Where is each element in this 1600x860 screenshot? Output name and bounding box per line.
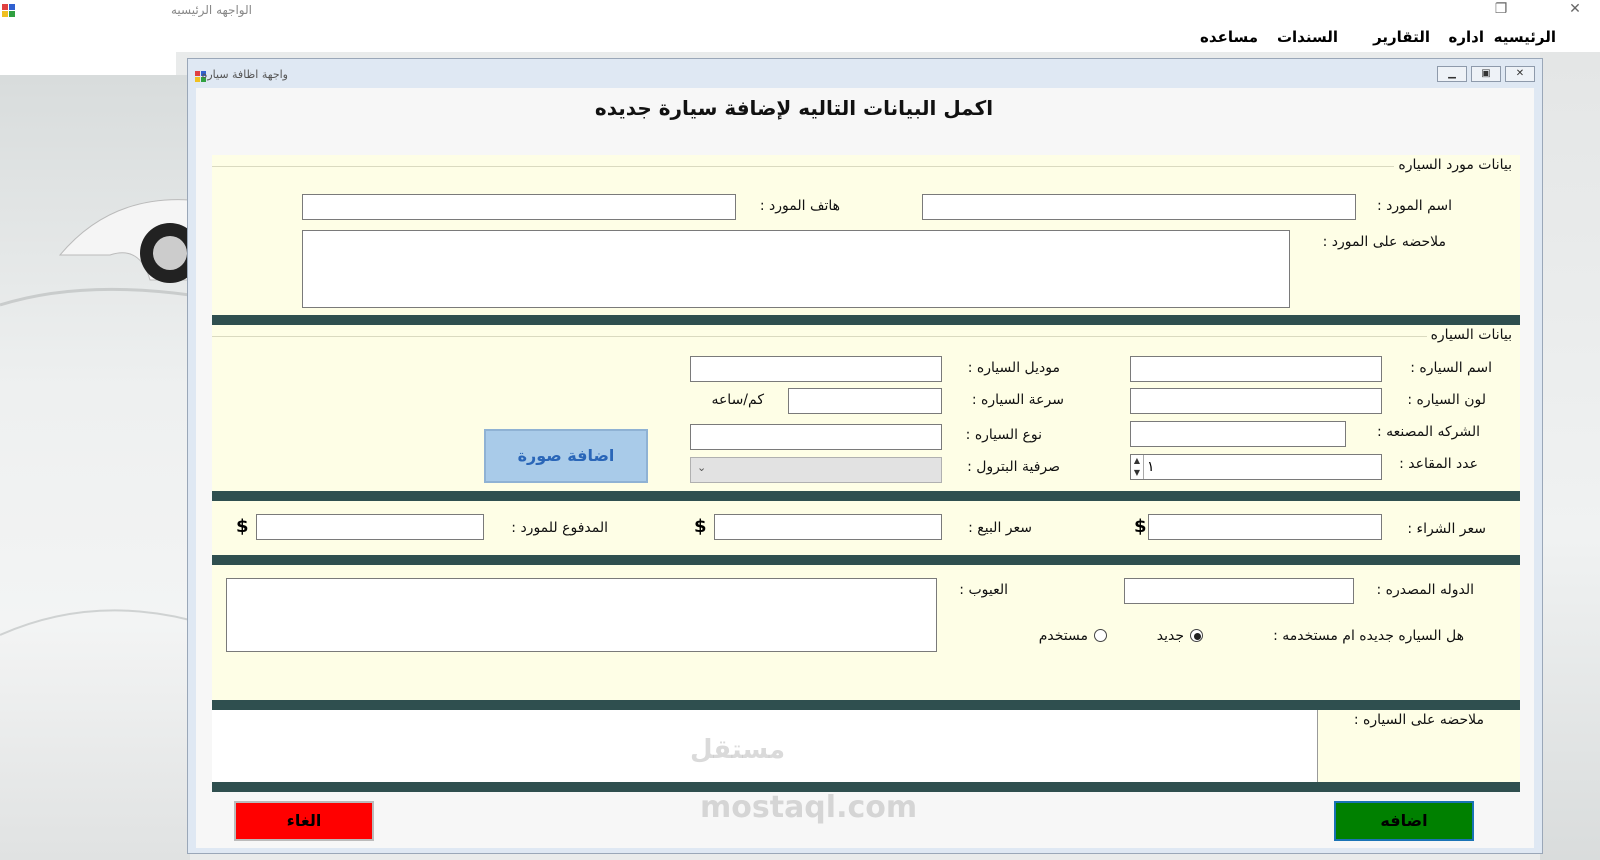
car-color-input[interactable] (1130, 388, 1382, 414)
supplier-note-label: ملاحضه على المورد : (1322, 234, 1446, 250)
radio-used[interactable] (1094, 629, 1107, 642)
menu-reports[interactable]: التقارير (1373, 28, 1430, 46)
minimize-button[interactable]: ▁ (1437, 66, 1467, 82)
origin-country-input[interactable] (1124, 578, 1354, 604)
add-button[interactable]: اضافه (1334, 801, 1474, 841)
paid-to-supplier-input[interactable] (256, 514, 484, 540)
car-name-label: اسم السياره : (1410, 360, 1492, 376)
add-car-image-button[interactable]: اضافة صورة السياره (484, 429, 648, 515)
car-speed-input[interactable] (788, 388, 942, 414)
speed-unit-label: كم/ساعه (711, 392, 764, 408)
buy-price-input[interactable] (1148, 514, 1382, 540)
defects-textarea[interactable] (226, 578, 937, 652)
defects-label: العيوب : (959, 582, 1008, 598)
origin-country-label: الدوله المصدره : (1376, 582, 1475, 598)
seats-numeric-input[interactable]: ١ (1130, 454, 1382, 480)
new-or-used-question: هل السياره جديده ام مستخدمه : (1273, 628, 1464, 644)
seats-label: عدد المقاعد : (1399, 456, 1478, 472)
restore-icon[interactable]: ❐ (1486, 1, 1516, 17)
fuel-label: صرفية البترول : (967, 459, 1060, 475)
car-maker-label: الشركه المصنعه : (1376, 424, 1480, 440)
page-title: اكمل البيانات التاليه لإضافة سيارة جديده (594, 96, 994, 120)
radio-new[interactable] (1190, 629, 1203, 642)
car-model-label: موديل السياره : (967, 360, 1060, 376)
seats-spinner[interactable]: ▲ ▼ (1131, 455, 1144, 479)
supplier-phone-label: هاتف المورد : (759, 198, 840, 214)
menu-admin[interactable]: اداره (1449, 28, 1484, 46)
car-groupbox-line (212, 336, 1510, 337)
car-note-label: ملاحضه على السياره : (1353, 712, 1484, 728)
car-model-input[interactable] (690, 356, 942, 382)
buy-currency-symbol: $ (1134, 516, 1147, 537)
sell-price-label: سعر البيع : (968, 520, 1032, 536)
background-image-right (1540, 52, 1600, 860)
supplier-note-textarea[interactable] (302, 230, 1290, 308)
divider-bar (212, 555, 1520, 565)
maximize-button[interactable]: ▣ (1471, 66, 1501, 82)
fuel-select[interactable]: ⌄ (690, 457, 942, 483)
car-maker-input[interactable] (1130, 421, 1346, 447)
watermark-latin: mostaql.com (700, 790, 918, 825)
cancel-button[interactable]: الغاء (234, 801, 374, 841)
paid-to-supplier-label: المدفوع للمورد : (511, 520, 608, 536)
car-name-input[interactable] (1130, 356, 1382, 382)
supplier-name-label: اسم المورد : (1376, 198, 1452, 214)
sell-price-input[interactable] (714, 514, 942, 540)
car-section-title: بيانات السياره (1426, 327, 1516, 343)
child-window-title: واجهة اظافة سياره (201, 68, 288, 81)
supplier-groupbox-line (212, 166, 1510, 167)
supplier-name-input[interactable] (922, 194, 1356, 220)
seats-value: ١ (1147, 459, 1155, 475)
divider-bar (212, 315, 1520, 325)
menu-vouchers[interactable]: السندات (1277, 28, 1338, 46)
watermark-arabic: مستقل (690, 735, 786, 765)
buy-price-label: سعر الشراء : (1407, 521, 1486, 537)
car-color-label: لون السياره : (1407, 392, 1486, 408)
menu-help[interactable]: مساعده (1200, 28, 1258, 46)
car-type-label: نوع السياره : (965, 427, 1042, 443)
radio-used-label: مستخدم (1038, 628, 1088, 644)
side-panel (0, 22, 176, 75)
app-icon (2, 3, 16, 17)
supplier-section-title: بيانات مورد السياره (1394, 157, 1516, 173)
car-speed-label: سرعة السياره : (971, 392, 1064, 408)
paid-currency-symbol: $ (236, 516, 249, 537)
radio-new-label: جديد (1156, 628, 1184, 644)
chevron-down-icon: ⌄ (697, 461, 707, 474)
background-image (0, 75, 190, 860)
divider-bar (212, 700, 1520, 710)
close-icon[interactable]: ✕ (1560, 1, 1590, 17)
menu-home[interactable]: الرئيسيه (1494, 28, 1556, 46)
car-type-input[interactable] (690, 424, 942, 450)
supplier-phone-input[interactable] (302, 194, 736, 220)
sell-currency-symbol: $ (694, 516, 707, 537)
outer-window-title: الواجهه الرئيسيه (170, 3, 252, 17)
child-close-button[interactable]: ✕ (1505, 66, 1535, 82)
divider-bar (212, 491, 1520, 501)
